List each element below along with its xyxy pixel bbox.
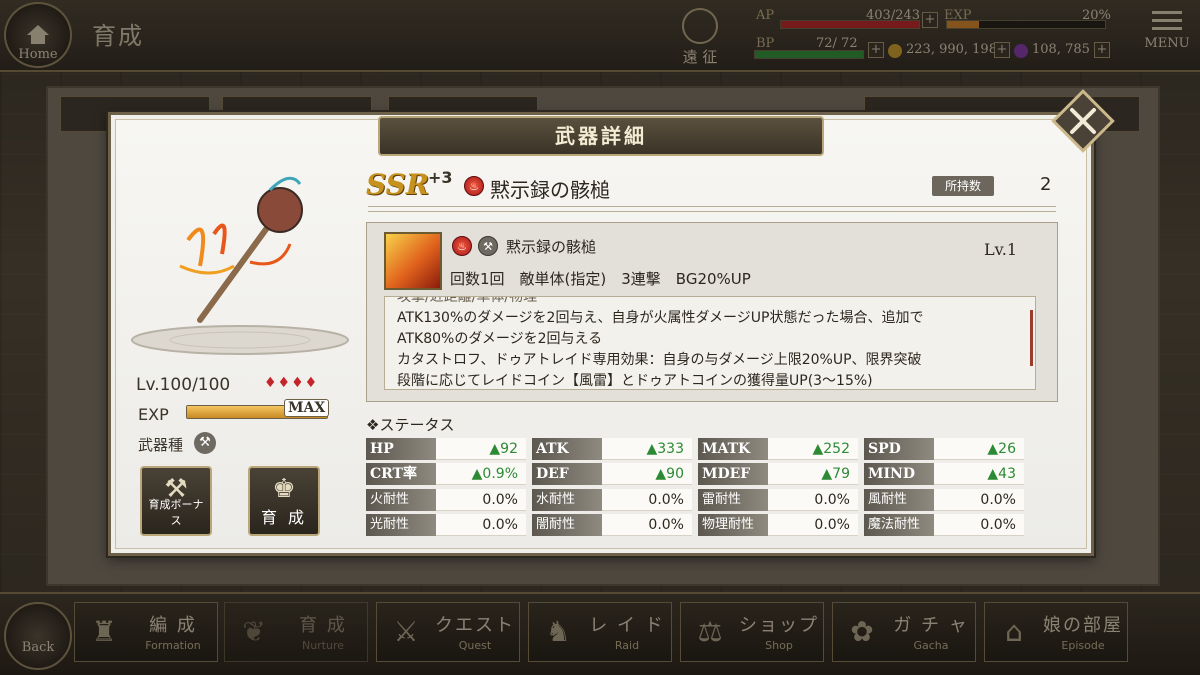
stat-label: MIND (864, 463, 934, 485)
nurture-bonus-label: 育成ボーナス (148, 498, 204, 527)
nurture-button[interactable]: ♚ 育 成 (248, 466, 320, 536)
stat-value: 0.0% (980, 492, 1016, 508)
status-heading: ❖ステータス (366, 414, 454, 435)
skill-desc-line: カタストロフ、ドゥアトレイド専用効果：自身の与ダメージ上限20%UP、限界突破 (397, 352, 922, 368)
nurture-bonus-button[interactable]: ⚒ 育成ボーナス (140, 466, 212, 536)
stat-value: ▲92 (489, 441, 518, 457)
stat-value: 0.0% (648, 492, 684, 508)
owned-count-label: 所持数 (932, 176, 994, 196)
close-button[interactable] (1050, 88, 1116, 154)
stat-hp: HP ▲92 (366, 438, 526, 460)
stat-fire-resist: 火耐性 0.0% (366, 489, 526, 511)
weapon-exp-label: EXP (138, 405, 169, 424)
stat-label: 雷耐性 (698, 489, 768, 511)
stat-label: 火耐性 (366, 489, 436, 511)
stat-dark-resist: 闇耐性 0.0% (532, 514, 692, 536)
skill-desc-line: ATK80%のダメージを2回与える (397, 331, 603, 347)
weapon-name: 黙示録の骸槌 (490, 178, 610, 202)
rarity-badge: SSR (366, 168, 430, 201)
chess-king-icon: ♚ (272, 474, 296, 504)
stat-value: ▲0.9% (471, 466, 518, 482)
skill-desc-line: 段階に応じてレイドコイン【風雷】とドゥアトコインの獲得量UP(3～15%) (397, 373, 873, 389)
stat-matk: MATK ▲252 (698, 438, 858, 460)
skill-icon (384, 232, 442, 290)
stat-water-resist: 水耐性 0.0% (532, 489, 692, 511)
skill-desc-line: 攻撃/近距離/単体/物理 (397, 296, 538, 305)
stat-value: 0.0% (814, 492, 850, 508)
limit-break-stars: ♦♦♦♦ (264, 375, 319, 391)
nurture-button-label: 育 成 (260, 508, 308, 527)
stat-label: 水耐性 (532, 489, 602, 511)
stat-label: 物理耐性 (698, 514, 768, 536)
skill-desc-line: ATK130%のダメージを2回与え、自身が火属性ダメージUP状態だった場合、追加… (397, 310, 924, 326)
axe-icon: ⚒ (194, 432, 216, 454)
skill-name: 黙示録の骸槌 (506, 238, 597, 256)
dialog-title: 武器詳細 (378, 116, 824, 156)
stat-value: ▲79 (821, 466, 850, 482)
stat-value: ▲252 (812, 441, 851, 457)
status-title: ステータス (379, 416, 455, 434)
stat-wind-resist: 風耐性 0.0% (864, 489, 1024, 511)
stat-value: 0.0% (482, 517, 518, 533)
stat-mind: MIND ▲43 (864, 463, 1024, 485)
stat-crit: CRT率 ▲0.9% (366, 463, 526, 485)
stat-label: CRT率 (366, 463, 436, 485)
exp-max-badge: MAX (284, 399, 330, 417)
fire-element-icon: ♨ (464, 176, 484, 196)
stat-value: 0.0% (648, 517, 684, 533)
skill-summary: 回数1回 敵単体(指定) 3連撃 BG20%UP (450, 270, 751, 288)
stat-value: 0.0% (814, 517, 850, 533)
plus-level: +3 (428, 168, 453, 187)
owned-count-value: 2 (1040, 174, 1052, 195)
stat-light-resist: 光耐性 0.0% (366, 514, 526, 536)
weapon-image (131, 176, 349, 355)
header-divider (368, 206, 1056, 212)
stat-spd: SPD ▲26 (864, 438, 1024, 460)
stat-value: ▲333 (646, 441, 685, 457)
stat-label: HP (366, 438, 436, 460)
skill-fire-icon: ♨ (452, 236, 472, 256)
stat-value: 0.0% (980, 517, 1016, 533)
stat-mdef: MDEF ▲79 (698, 463, 858, 485)
stat-value: ▲26 (987, 441, 1016, 457)
stat-physical-resist: 物理耐性 0.0% (698, 514, 858, 536)
stat-value: ▲43 (987, 466, 1016, 482)
status-icon: ❖ (366, 416, 380, 434)
stat-def: DEF ▲90 (532, 463, 692, 485)
stat-value: 0.0% (482, 492, 518, 508)
stat-label: 魔法耐性 (864, 514, 934, 536)
stat-thunder-resist: 雷耐性 0.0% (698, 489, 858, 511)
stat-label: SPD (864, 438, 934, 460)
stat-label: DEF (532, 463, 602, 485)
stat-magic-resist: 魔法耐性 0.0% (864, 514, 1024, 536)
stat-atk: ATK ▲333 (532, 438, 692, 460)
skill-description[interactable]: 攻撃/近距離/単体/物理 ATK130%のダメージを2回与え、自身が火属性ダメー… (384, 296, 1036, 390)
weapon-level: Lv.100/100 (136, 375, 231, 395)
skill-axe-icon: ⚒ (478, 236, 498, 256)
stat-label: MDEF (698, 463, 768, 485)
stat-label: ATK (532, 438, 602, 460)
stat-label: 光耐性 (366, 514, 436, 536)
weapon-type-label: 武器種 (138, 436, 184, 454)
stat-label: MATK (698, 438, 768, 460)
skill-level: Lv.1 (984, 240, 1018, 259)
stat-value: ▲90 (655, 466, 684, 482)
stat-label: 風耐性 (864, 489, 934, 511)
stat-label: 闇耐性 (532, 514, 602, 536)
skill-scrollbar[interactable] (1030, 310, 1033, 366)
